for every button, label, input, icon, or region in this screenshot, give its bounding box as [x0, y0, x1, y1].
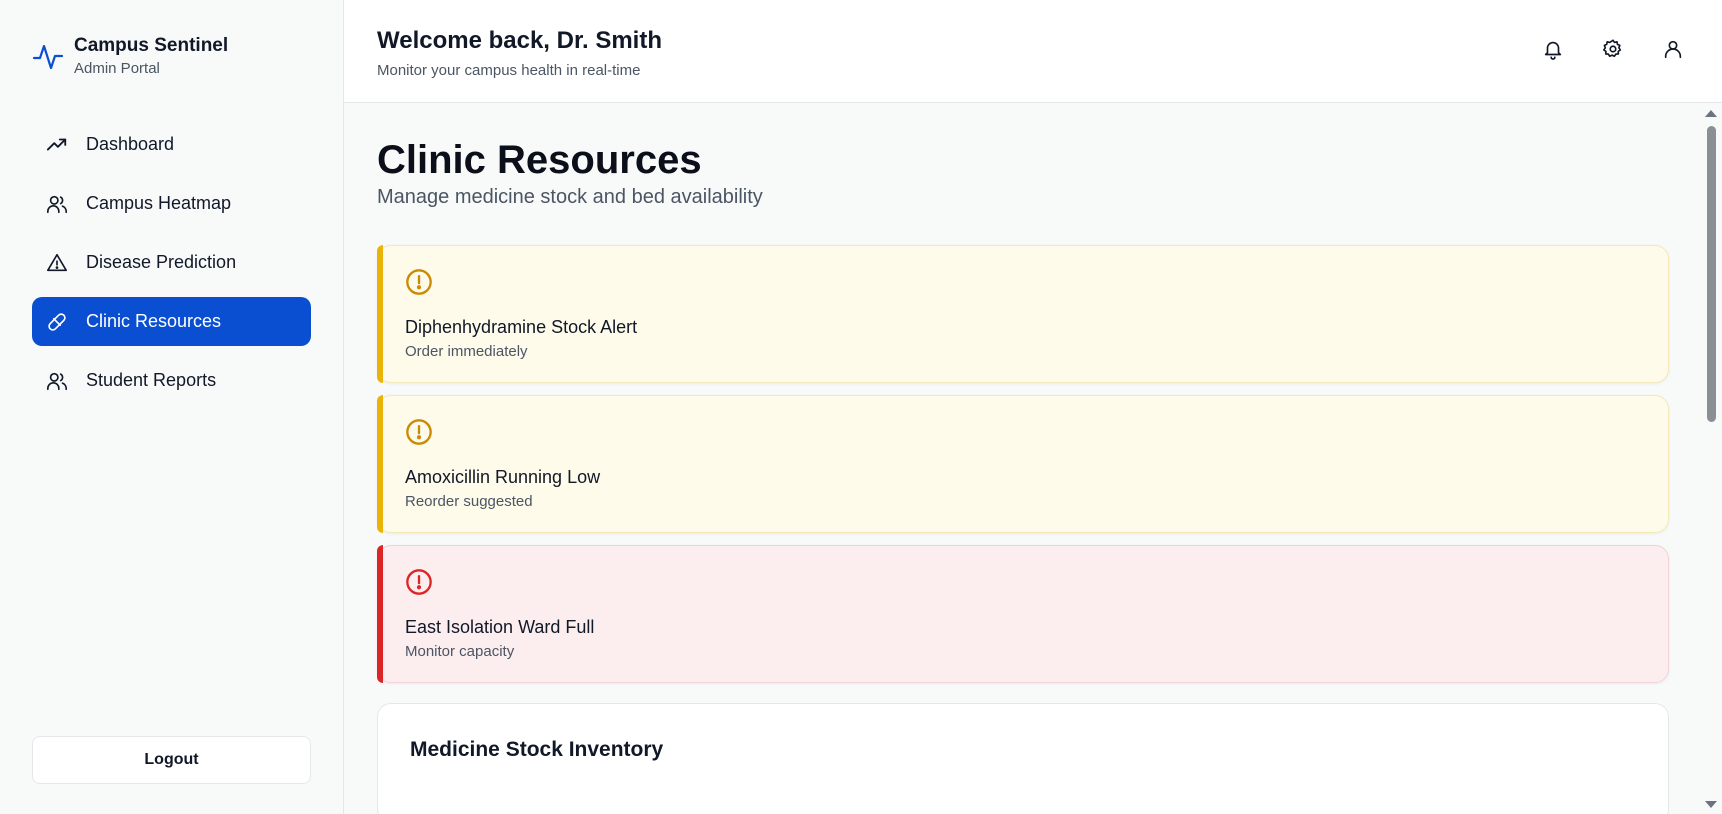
- brand-title: Campus Sentinel: [74, 35, 229, 56]
- sidebar-item-disease-prediction[interactable]: Disease Prediction: [32, 238, 311, 287]
- sidebar-item-label: Student Reports: [86, 370, 217, 390]
- scroll-down-arrow[interactable]: [1705, 801, 1717, 808]
- trending-up-icon: [46, 134, 76, 156]
- alert-card-stock: Diphenhydramine Stock Alert Order immedi…: [377, 245, 1669, 383]
- alert-card-low: Amoxicillin Running Low Reorder suggeste…: [377, 395, 1669, 533]
- app-root: Campus Sentinel Admin Portal Dashboard C…: [0, 0, 1722, 814]
- alert-title: East Isolation Ward Full: [405, 617, 595, 637]
- page-subtitle: Manage medicine stock and bed availabili…: [377, 186, 763, 208]
- sidebar-item-dashboard[interactable]: Dashboard: [32, 120, 311, 169]
- sidebar-item-student-reports[interactable]: Student Reports: [32, 356, 311, 405]
- brand-subtitle: Admin Portal: [74, 60, 160, 77]
- users-icon: [46, 193, 76, 215]
- main-area: Welcome back, Dr. Smith Monitor your cam…: [344, 0, 1722, 814]
- scroll-thumb[interactable]: [1707, 126, 1716, 422]
- welcome-heading: Welcome back, Dr. Smith: [377, 27, 662, 54]
- alert-description: Reorder suggested: [405, 493, 533, 510]
- alert-triangle-icon: [46, 252, 76, 274]
- alert-title: Diphenhydramine Stock Alert: [405, 317, 638, 337]
- brand: Campus Sentinel Admin Portal: [0, 0, 343, 120]
- sidebar-item-label: Campus Heatmap: [86, 193, 232, 213]
- alert-circle-icon: [406, 419, 432, 445]
- inventory-title: Medicine Stock Inventory: [410, 738, 664, 761]
- welcome-subtitle: Monitor your campus health in real-time: [377, 62, 641, 79]
- pill-icon: [46, 311, 76, 333]
- sidebar-item-clinic-resources[interactable]: Clinic Resources: [32, 297, 311, 346]
- medicine-inventory-card: Medicine Stock Inventory: [377, 703, 1669, 814]
- user-icon[interactable]: [1662, 38, 1684, 60]
- alert-title: Amoxicillin Running Low: [405, 467, 601, 487]
- alert-circle-icon: [406, 269, 432, 295]
- logout-button[interactable]: Logout: [32, 736, 311, 784]
- alert-description: Order immediately: [405, 343, 528, 360]
- sidebar-item-label: Clinic Resources: [86, 311, 222, 331]
- alerts-list: Diphenhydramine Stock Alert Order immedi…: [377, 245, 1669, 683]
- alert-accent-bar: [377, 545, 383, 683]
- alert-description: Monitor capacity: [405, 643, 515, 660]
- sidebar-item-label: Dashboard: [86, 134, 175, 154]
- sidebar-item-label: Disease Prediction: [86, 252, 237, 272]
- alert-card-ward: East Isolation Ward Full Monitor capacit…: [377, 545, 1669, 683]
- page-title: Clinic Resources: [377, 138, 702, 182]
- alert-accent-bar: [377, 395, 383, 533]
- sidebar-item-campus-heatmap[interactable]: Campus Heatmap: [32, 179, 311, 228]
- bell-icon[interactable]: [1542, 38, 1564, 60]
- pulse-icon: [32, 44, 64, 70]
- gear-icon[interactable]: [1602, 38, 1624, 60]
- page-content: Clinic Resources Manage medicine stock a…: [344, 104, 1700, 814]
- scroll-up-arrow[interactable]: [1705, 110, 1717, 117]
- header-actions: [1542, 38, 1684, 60]
- users-icon: [46, 370, 76, 392]
- sidebar-nav: Dashboard Campus Heatmap Disease Predict…: [0, 120, 343, 405]
- alert-accent-bar: [377, 245, 383, 383]
- alert-circle-icon: [406, 569, 432, 595]
- vertical-scrollbar[interactable]: [1700, 104, 1722, 814]
- sidebar: Campus Sentinel Admin Portal Dashboard C…: [0, 0, 344, 814]
- top-bar: Welcome back, Dr. Smith Monitor your cam…: [344, 0, 1722, 103]
